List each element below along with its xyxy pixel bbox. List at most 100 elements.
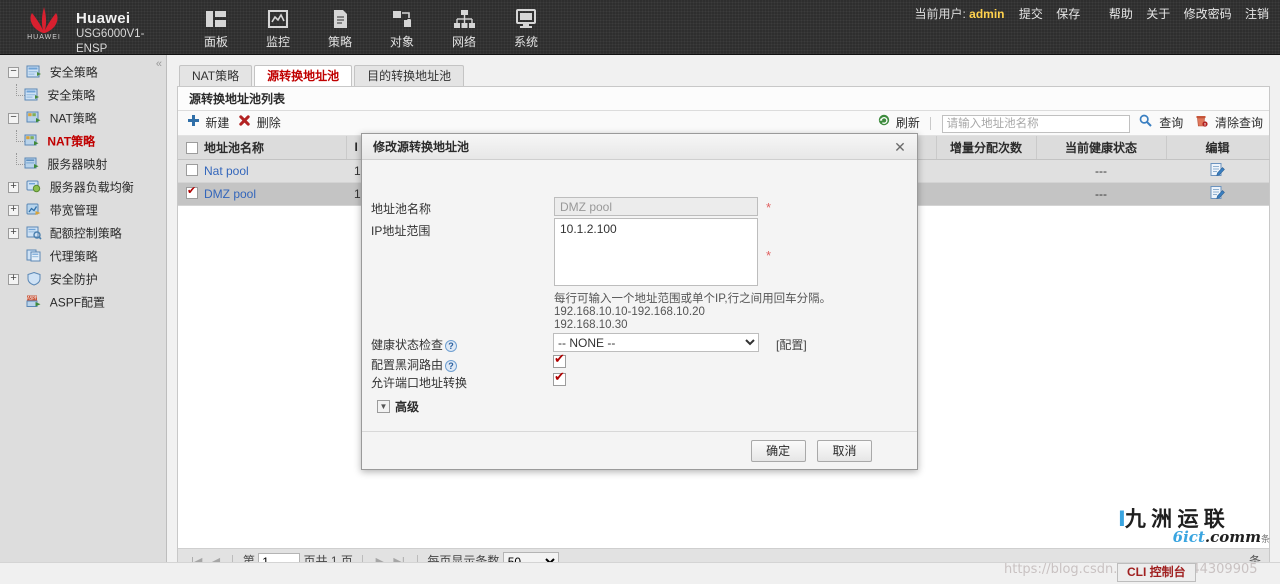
bottom-strip: [0, 562, 1280, 584]
sidebar-item-bandwidth[interactable]: + 带宽管理: [8, 199, 166, 222]
sidebar-label-quota: 配额控制策略: [50, 226, 122, 240]
sidebar-item-security-policy-group[interactable]: − 安全策略: [8, 61, 166, 84]
sidebar-item-security-policy[interactable]: 安全策略: [8, 84, 166, 107]
row-checkbox[interactable]: [186, 187, 198, 199]
ip-range-field-wrap: 10.1.2.100: [554, 218, 758, 289]
row-edit-cell: [1166, 159, 1269, 182]
server-map-icon: [24, 156, 40, 171]
sidebar-item-aspf[interactable]: ASPF ASPF配置: [8, 291, 166, 314]
blackhole-route-checkbox[interactable]: [553, 355, 566, 368]
tree-toggle-icon[interactable]: −: [8, 113, 19, 124]
save-link[interactable]: 保存: [1056, 7, 1080, 21]
sidebar-item-slb[interactable]: + 服务器负载均衡: [8, 176, 166, 199]
row-name-link[interactable]: DMZ pool: [204, 187, 256, 201]
top-right-actions: 当前用户: admin 提交 保存 帮助 关于 修改密码 注销: [914, 5, 1274, 22]
nav-item-system[interactable]: 系统: [495, 2, 557, 52]
dialog-title-bar: 修改源转换地址池 ✕: [362, 134, 917, 160]
help-icon[interactable]: ?: [445, 340, 457, 352]
column-header-alloc-count[interactable]: 增量分配次数: [936, 136, 1036, 159]
tab-source-nat-pool[interactable]: 源转换地址池: [254, 65, 352, 87]
health-check-label-wrap: 健康状态检查?: [371, 336, 457, 353]
plus-icon: [188, 115, 202, 129]
nav-label-monitor: 监控: [247, 35, 309, 49]
shield-icon: [26, 271, 42, 286]
sidebar-item-security-protection[interactable]: + 安全防护: [8, 268, 166, 291]
row-checkbox[interactable]: [186, 164, 198, 176]
column-header-name-label: 地址池名称: [204, 141, 264, 155]
chevron-down-icon[interactable]: ▼: [377, 400, 390, 413]
delete-button[interactable]: 删除: [239, 111, 280, 136]
sidebar-label-nat-policy: NAT策略: [47, 134, 95, 148]
ip-range-hint-line2: 192.168.10.10-192.168.10.20: [554, 306, 705, 319]
nav-label-object: 对象: [371, 35, 433, 49]
query-button[interactable]: 查询: [1159, 116, 1183, 130]
logout-link[interactable]: 注销: [1245, 7, 1269, 21]
change-password-link[interactable]: 修改密码: [1184, 7, 1232, 21]
tree-toggle-icon[interactable]: −: [8, 67, 19, 78]
brand-name: Huawei: [76, 10, 148, 27]
current-user-label: 当前用户:: [914, 7, 965, 21]
sidebar-item-quota[interactable]: + 配额控制策略: [8, 222, 166, 245]
sidebar-item-server-map[interactable]: 服务器映射: [8, 153, 166, 176]
new-button-label: 新建: [205, 116, 229, 130]
edit-icon[interactable]: [1210, 189, 1225, 203]
current-user-value: admin: [969, 7, 1004, 21]
search-input[interactable]: [942, 115, 1130, 133]
about-link[interactable]: 关于: [1146, 7, 1170, 21]
health-check-select[interactable]: -- NONE --: [553, 333, 759, 352]
edit-icon[interactable]: [1210, 166, 1225, 180]
dialog-footer: 确定 取消: [362, 431, 917, 469]
sidebar-item-nat-policy-group[interactable]: − NAT策略: [8, 107, 166, 130]
column-header-health-state[interactable]: 当前健康状态: [1036, 136, 1166, 159]
new-button[interactable]: 新建: [188, 111, 229, 136]
tree-toggle-icon[interactable]: +: [8, 205, 19, 216]
blackhole-route-label: 配置黑洞路由: [371, 358, 443, 372]
row-name-link[interactable]: Nat pool: [204, 164, 249, 178]
help-icon[interactable]: ?: [445, 360, 457, 372]
toolbar-divider: [930, 117, 931, 130]
row-edit-cell: [1166, 182, 1269, 205]
nav-item-monitor[interactable]: 监控: [247, 2, 309, 52]
nav-label-dashboard: 面板: [185, 35, 247, 49]
panel-title: 源转换地址池列表: [178, 87, 1269, 111]
slb-icon: [26, 179, 42, 194]
cli-console-button[interactable]: CLI 控制台: [1117, 563, 1196, 582]
pool-name-label: 地址池名称: [371, 200, 431, 217]
help-link[interactable]: 帮助: [1109, 7, 1133, 21]
close-icon[interactable]: ✕: [891, 134, 909, 160]
nav-item-network[interactable]: 网络: [433, 2, 495, 52]
pool-name-input[interactable]: [554, 197, 758, 216]
sidebar-label-proxy: 代理策略: [50, 249, 98, 263]
cancel-button[interactable]: 取消: [817, 440, 872, 462]
pool-name-field-wrap: [554, 197, 758, 216]
port-address-translation-checkbox[interactable]: [553, 373, 566, 386]
submit-link[interactable]: 提交: [1019, 7, 1043, 21]
advanced-section-toggle[interactable]: ▼高级: [377, 398, 419, 415]
ip-range-textarea[interactable]: 10.1.2.100: [554, 218, 758, 286]
tab-destination-nat-pool[interactable]: 目的转换地址池: [354, 65, 464, 87]
nav-item-policy[interactable]: 策略: [309, 2, 371, 52]
sidebar-tree: − 安全策略 安全策略 − NAT策略: [0, 55, 166, 314]
object-icon: [371, 7, 433, 33]
nav-item-dashboard[interactable]: 面板: [185, 2, 247, 52]
health-check-config-link[interactable]: [配置]: [776, 336, 807, 353]
edit-source-nat-pool-dialog: 修改源转换地址池 ✕ 地址池名称 * IP地址范围 10.1.2.100 * 每…: [361, 133, 918, 470]
svg-text:ASPF: ASPF: [27, 296, 38, 301]
tree-toggle-icon[interactable]: +: [8, 182, 19, 193]
column-header-name[interactable]: 地址池名称: [178, 136, 346, 159]
tab-nat-policy[interactable]: NAT策略: [179, 65, 252, 87]
row-name-cell: Nat pool: [178, 159, 346, 182]
tree-toggle-icon[interactable]: +: [8, 228, 19, 239]
ok-button[interactable]: 确定: [751, 440, 806, 462]
brand-model: USG6000V1-ENSP: [76, 27, 148, 57]
policy-icon: [309, 7, 371, 33]
huawei-logo-text: HUAWEI: [14, 34, 74, 41]
clear-query-button[interactable]: 清除查询: [1215, 116, 1263, 130]
nav-item-object[interactable]: 对象: [371, 2, 433, 52]
sidebar-item-proxy[interactable]: 代理策略: [8, 245, 166, 268]
select-all-checkbox[interactable]: [186, 142, 198, 154]
sidebar-item-nat-policy[interactable]: NAT策略: [8, 130, 166, 153]
tree-toggle-icon[interactable]: +: [8, 274, 19, 285]
bandwidth-icon: [26, 202, 42, 217]
nav-label-network: 网络: [433, 35, 495, 49]
